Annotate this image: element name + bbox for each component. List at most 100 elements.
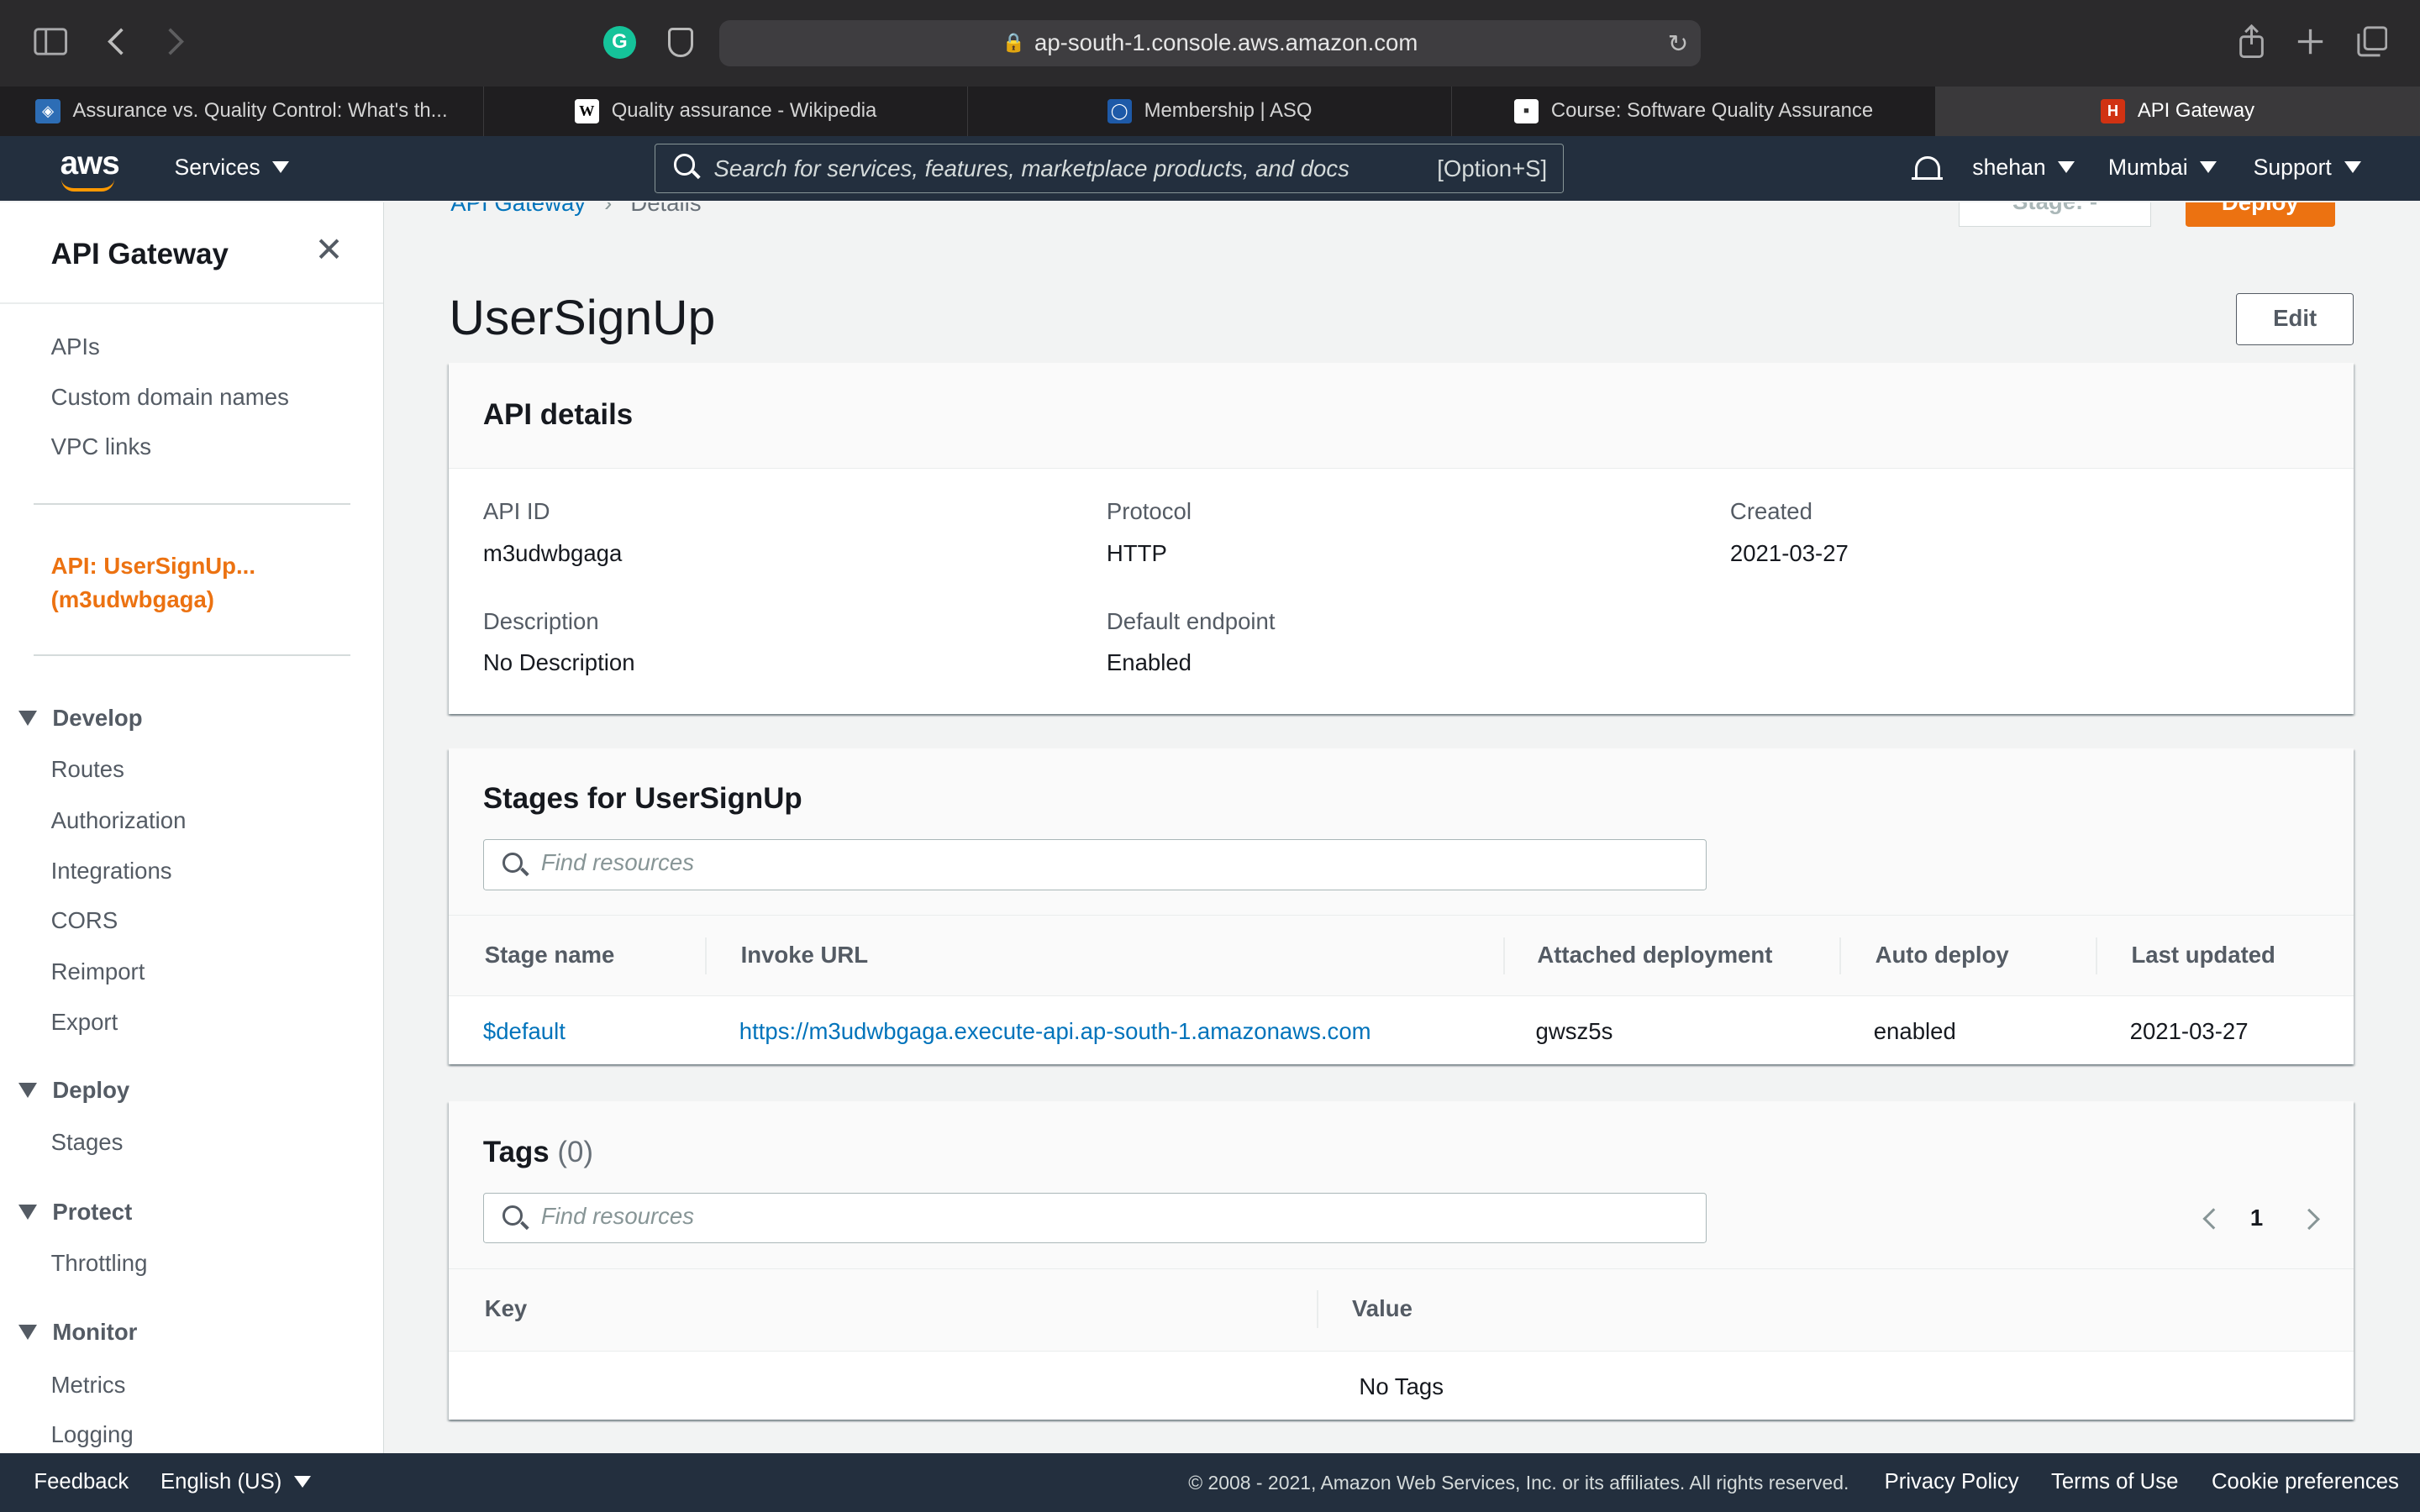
browser-tab[interactable]: ■ Course: Software Quality Assurance <box>1452 86 1936 136</box>
column-header[interactable]: Auto deploy <box>1876 942 2009 969</box>
sidebar-item-export[interactable]: Export <box>51 1009 118 1036</box>
sidebar-section-develop[interactable]: Develop <box>18 705 143 732</box>
description-value: No Description <box>482 649 635 676</box>
caret-down-icon <box>2200 160 2217 173</box>
region-menu[interactable]: Mumbai <box>2108 155 2217 181</box>
main-content: API Gateway › Details Stage: - Deploy User… <box>384 202 2420 1454</box>
address-bar[interactable]: 🔒 ap-south-1.console.aws.amazon.com ↻ <box>718 19 1702 66</box>
created-label: Created <box>1729 498 1812 525</box>
previous-page-icon[interactable] <box>2202 1207 2224 1230</box>
sidebar-item-reimport[interactable]: Reimport <box>51 958 145 985</box>
sidebar-item-cors[interactable]: CORS <box>51 907 118 934</box>
caret-down-icon <box>2344 160 2361 173</box>
sidebar-toggle-icon[interactable] <box>34 28 68 61</box>
privacy-shield-icon[interactable] <box>668 28 693 57</box>
next-page-icon[interactable] <box>2297 1207 2320 1230</box>
deploy-button[interactable]: Deploy <box>2185 202 2335 227</box>
column-divider[interactable] <box>1839 937 1842 974</box>
search-placeholder: Search for services, features, marketpla… <box>713 155 1349 181</box>
language-selector[interactable]: English (US) <box>160 1470 311 1494</box>
section-title: Protect <box>52 1199 133 1226</box>
account-menu[interactable]: shehan <box>1972 155 2075 181</box>
section-title: Monitor <box>52 1319 138 1346</box>
feedback-link[interactable]: Feedback <box>34 1470 129 1494</box>
column-divider[interactable] <box>705 937 708 974</box>
divider <box>34 654 350 656</box>
column-divider[interactable] <box>1316 1290 1318 1328</box>
asq-favicon-icon: ◯ <box>1107 98 1132 123</box>
tags-filter[interactable] <box>482 1192 1707 1244</box>
sidebar-item-custom-domain-names[interactable]: Custom domain names <box>51 384 289 411</box>
stages-filter[interactable] <box>482 839 1707 890</box>
api-gateway-favicon-icon: H <box>2100 98 2126 123</box>
stages-filter-input[interactable] <box>540 849 1683 877</box>
caret-down-icon <box>18 1083 38 1098</box>
tags-panel: Tags (0) 1 Key Value No Tags <box>449 1101 2354 1420</box>
sidebar-item-authorization[interactable]: Authorization <box>51 807 187 834</box>
share-icon[interactable] <box>2238 24 2265 64</box>
notifications-bell-icon[interactable] <box>1911 155 1943 181</box>
user-name: shehan <box>1972 154 2046 180</box>
sidebar-item-routes[interactable]: Routes <box>51 756 124 783</box>
cookie-preferences-link[interactable]: Cookie preferences <box>2212 1470 2399 1494</box>
stages-panel: Stages for UserSignUp Stage name Invoke … <box>449 748 2354 1065</box>
column-header[interactable]: Key <box>485 1295 528 1322</box>
column-header[interactable]: Attached deployment <box>1537 942 1772 969</box>
copyright-text: © 2008 - 2021, Amazon Web Services, Inc.… <box>1188 1472 1849 1494</box>
support-menu[interactable]: Support <box>2254 155 2361 181</box>
sidebar-item-integrations[interactable]: Integrations <box>51 858 172 885</box>
sidebar-current-api[interactable]: API: UserSignUp... (m3udwbgaga) <box>51 549 255 617</box>
column-divider[interactable] <box>1502 937 1505 974</box>
column-header[interactable]: Last updated <box>2131 942 2275 969</box>
browser-tab[interactable]: ◈ Assurance vs. Quality Control: What's … <box>0 86 484 136</box>
column-header[interactable]: Stage name <box>485 942 615 969</box>
sidebar-section-protect[interactable]: Protect <box>18 1199 132 1226</box>
forward-icon[interactable] <box>166 28 185 61</box>
section-title: Develop <box>52 705 143 732</box>
stage-name-link[interactable]: $default <box>483 1018 566 1045</box>
grammarly-extension-icon[interactable]: G <box>603 26 636 59</box>
new-tab-icon[interactable] <box>2296 28 2324 61</box>
column-divider[interactable] <box>2096 937 2098 974</box>
sidebar-item-throttling[interactable]: Throttling <box>51 1250 148 1277</box>
sidebar-section-deploy[interactable]: Deploy <box>18 1077 129 1104</box>
column-header[interactable]: Value <box>1352 1295 1413 1322</box>
tab-title: Assurance vs. Quality Control: What's th… <box>72 99 448 123</box>
tab-title: Course: Software Quality Assurance <box>1550 99 1874 123</box>
column-header[interactable]: Invoke URL <box>741 942 869 969</box>
back-icon[interactable] <box>107 28 125 61</box>
terms-of-use-link[interactable]: Terms of Use <box>2051 1470 2178 1494</box>
caret-down-icon <box>18 1325 38 1340</box>
current-page-number[interactable]: 1 <box>2250 1205 2263 1231</box>
sidebar-item-logging[interactable]: Logging <box>51 1421 134 1448</box>
edit-button[interactable]: Edit <box>2236 292 2354 346</box>
invoke-url-link[interactable]: https://m3udwbgaga.execute-api.ap-south-… <box>739 1018 1371 1045</box>
console-search[interactable]: Search for services, features, marketpla… <box>654 143 1564 193</box>
browser-tab[interactable]: W Quality assurance - Wikipedia <box>484 86 968 136</box>
tab-title: API Gateway <box>2137 99 2255 123</box>
support-label: Support <box>2253 154 2332 180</box>
privacy-policy-link[interactable]: Privacy Policy <box>1885 1470 2019 1494</box>
caret-down-icon <box>18 1205 38 1220</box>
tab-overview-icon[interactable] <box>2357 26 2388 62</box>
breadcrumb-api-gateway[interactable]: API Gateway <box>450 202 586 216</box>
aws-logo[interactable]: aws <box>60 145 120 182</box>
divider <box>34 502 350 505</box>
sidebar-item-apis[interactable]: APIs <box>51 333 100 360</box>
auto-deploy-status: enabled <box>1873 1018 1956 1045</box>
tags-filter-input[interactable] <box>540 1202 1683 1230</box>
caret-down-icon <box>2058 160 2075 173</box>
panel-header: API details <box>449 362 2354 470</box>
browser-tab[interactable]: ◯ Membership | ASQ <box>968 86 1452 136</box>
sidebar-item-stages[interactable]: Stages <box>51 1129 124 1156</box>
reload-icon[interactable]: ↻ <box>1668 29 1689 59</box>
current-api-id: (m3udwbgaga) <box>50 586 214 613</box>
sidebar-item-vpc-links[interactable]: VPC links <box>51 433 151 460</box>
services-menu[interactable]: Services <box>175 155 290 181</box>
sidebar-item-metrics[interactable]: Metrics <box>51 1372 126 1399</box>
browser-tab-active[interactable]: H API Gateway <box>1935 86 2420 136</box>
stage-dropdown[interactable]: Stage: - <box>1958 202 2152 227</box>
tab-title: Quality assurance - Wikipedia <box>611 99 877 123</box>
close-icon[interactable]: ✕ <box>315 233 344 266</box>
sidebar-section-monitor[interactable]: Monitor <box>18 1319 137 1346</box>
